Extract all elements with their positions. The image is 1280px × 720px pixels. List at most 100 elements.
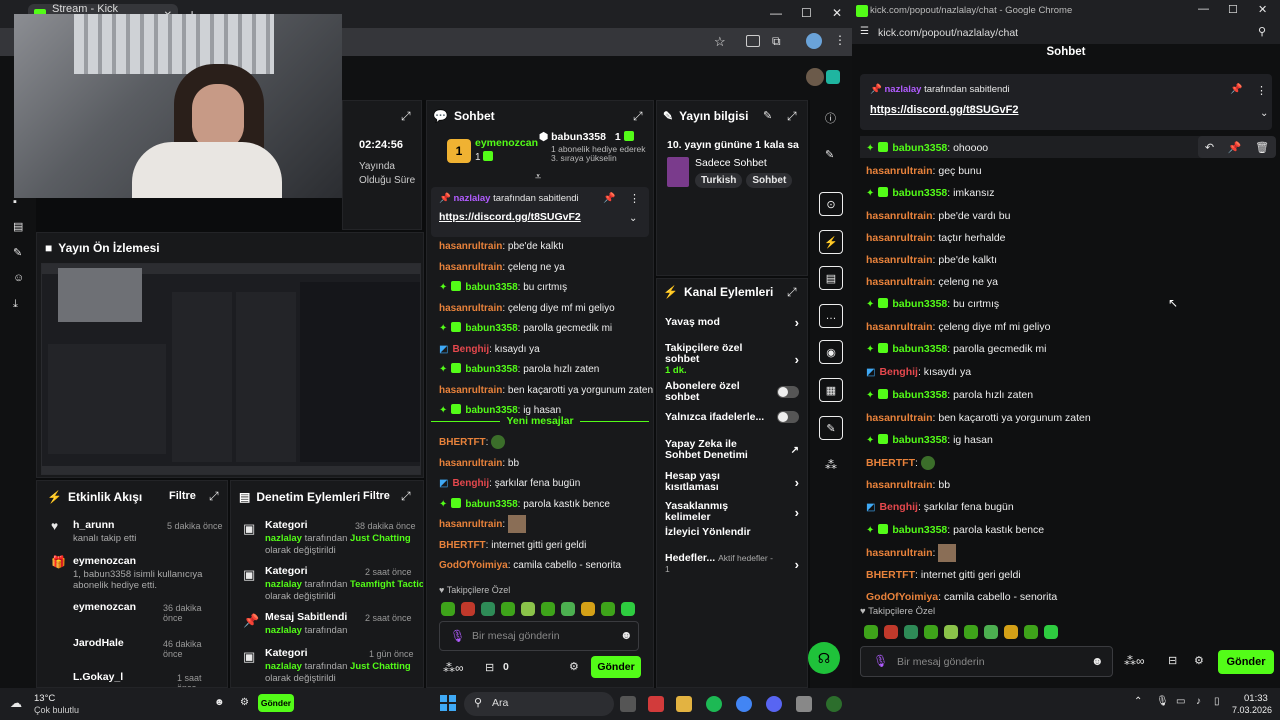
sidebar-item-icon-2[interactable]: ▤	[13, 220, 23, 233]
emote-icon[interactable]	[501, 601, 515, 616]
preview-video[interactable]	[41, 263, 421, 475]
app-icon-red[interactable]	[648, 696, 664, 712]
emote-icon[interactable]	[1004, 624, 1018, 639]
chat-username[interactable]: GodOfYoimiya	[866, 591, 938, 603]
chat-username[interactable]: BHERTFT	[439, 437, 486, 448]
pin-icon[interactable]: 📌	[1228, 141, 1242, 154]
chat-username[interactable]: hasanrultrain	[866, 479, 933, 491]
edit-icon[interactable]: ✎	[763, 109, 772, 122]
tag-chip[interactable]: Sohbet	[746, 173, 793, 188]
chat-username[interactable]: Benghij	[879, 366, 918, 378]
mini-emoji-icon[interactable]: ☻	[214, 697, 225, 708]
emote-icon[interactable]	[984, 624, 998, 639]
users-icon[interactable]: ☺	[13, 272, 24, 284]
chat-username[interactable]: Benghij	[452, 478, 489, 489]
wrench-icon[interactable]: ✎	[13, 246, 22, 259]
points-icon[interactable]: ⁂∞	[1124, 654, 1145, 668]
chat-username[interactable]: Benghij	[879, 501, 918, 513]
chat-username[interactable]: babun3358	[465, 282, 517, 293]
settings-gear-icon[interactable]: ⚙	[1194, 654, 1204, 667]
moderation-filter-button[interactable]: Filtre	[363, 490, 390, 502]
pinned-link[interactable]: https://discord.gg/t8SUGvF2	[870, 104, 1019, 116]
clock-date[interactable]: 7.03.2026	[1232, 705, 1272, 715]
chrome-icon[interactable]	[736, 696, 752, 712]
chrome-menu-icon[interactable]: ⋮	[834, 33, 846, 47]
zoom-icon[interactable]: ⚲	[1258, 25, 1266, 38]
info-icon[interactable]: ⓘ	[825, 110, 836, 126]
moderation-item-user[interactable]: nazlalay	[265, 625, 302, 636]
file-explorer-icon[interactable]	[676, 696, 692, 712]
channel-action-item[interactable]: Yavaş mod ›	[657, 315, 807, 330]
weather-icon[interactable]: ☁	[10, 696, 22, 710]
app-icon-gray[interactable]	[796, 696, 812, 712]
settings-gear-icon[interactable]: ⚙	[569, 660, 579, 673]
chat-username[interactable]: hasanrultrain	[866, 165, 933, 177]
moderation-item-user[interactable]: nazlalay	[265, 579, 302, 590]
pinned-by-user[interactable]: nazlalay	[884, 84, 921, 95]
gift-box-icon[interactable]: ⊟	[485, 661, 494, 674]
more-icon[interactable]: ⋮	[1256, 84, 1267, 97]
chat-username[interactable]: babun3358	[892, 142, 947, 154]
more-icon[interactable]: ⋮	[629, 192, 640, 205]
weather-temp[interactable]: 13°C	[34, 693, 55, 704]
moderation-expand-icon[interactable]: ⤢	[401, 489, 411, 504]
notes-icon[interactable]: ▤	[819, 266, 843, 290]
pen-icon[interactable]: ✎	[825, 148, 834, 161]
bookmark-star-icon[interactable]: ☆	[714, 34, 726, 50]
pinned-by-user[interactable]: nazlalay	[453, 193, 490, 204]
network-icon[interactable]: ▭	[1176, 696, 1185, 707]
emote-icon[interactable]	[581, 601, 595, 616]
points-icon[interactable]: ⁂∞	[443, 661, 464, 675]
emoji-icon[interactable]: ☻	[620, 628, 633, 642]
emote-icon[interactable]	[461, 601, 475, 616]
notification-badge-icon[interactable]	[826, 70, 840, 84]
toggle-switch[interactable]	[777, 386, 799, 398]
chevron-down-icon[interactable]: ⌄	[629, 213, 637, 224]
emote-icon[interactable]	[924, 624, 938, 639]
minimize-icon[interactable]: —	[1198, 3, 1209, 15]
chat-username[interactable]: babun3358	[892, 343, 947, 355]
maximize-icon[interactable]: ☐	[801, 6, 812, 20]
channel-action-item[interactable]: Yapay Zeka ile Sohbet Denetimi ↗	[657, 439, 807, 461]
screen-share-icon[interactable]	[746, 35, 760, 47]
activity-expand-icon[interactable]: ⤢	[209, 489, 219, 504]
emote-icon[interactable]	[1024, 624, 1038, 639]
screen-icon[interactable]: ⊙	[819, 192, 843, 216]
user-avatar[interactable]	[806, 68, 824, 86]
chat-username[interactable]: babun3358	[892, 389, 947, 401]
popout-send-button[interactable]: Gönder	[1218, 650, 1274, 674]
site-info-icon[interactable]: ☰	[860, 26, 869, 37]
task-view-icon[interactable]	[620, 696, 636, 712]
chat-username[interactable]: BHERTFT	[866, 569, 915, 581]
emote-icon[interactable]	[964, 624, 978, 639]
chat-username[interactable]: GodOfYoimiya	[439, 560, 508, 571]
discord-icon[interactable]	[766, 696, 782, 712]
close-window-icon[interactable]: ✕	[1258, 3, 1267, 16]
trash-icon[interactable]: 🗑	[1255, 141, 1269, 154]
chat-username[interactable]: BHERTFT	[866, 457, 915, 469]
channel-actions-expand-icon[interactable]: ⤢	[787, 285, 797, 300]
toggle-switch[interactable]	[777, 411, 799, 423]
close-window-icon[interactable]: ✕	[832, 6, 842, 20]
battery-icon[interactable]: ▯	[1214, 696, 1220, 707]
download-icon[interactable]: ⤓	[13, 298, 18, 311]
popout-chat-input[interactable]: 🎙 Bir mesaj gönderin ☻	[860, 646, 1113, 677]
channel-action-item[interactable]: Hesap yaşı kısıtlaması ›	[657, 471, 807, 493]
volume-icon[interactable]: ♪	[1196, 696, 1201, 707]
unpin-icon[interactable]: 📌	[603, 193, 615, 204]
chat-expand-icon[interactable]: ⤢	[633, 109, 643, 124]
moderation-item-user[interactable]: nazlalay	[265, 661, 302, 672]
mic-tray-icon[interactable]: 🎙	[1156, 696, 1169, 707]
channel-action-item[interactable]: Takipçilere özel sohbet 1 dk. ›	[657, 343, 807, 377]
chat-username[interactable]: hasanrultrain	[866, 276, 933, 288]
emote-icon[interactable]	[441, 601, 455, 616]
chat-username[interactable]: hasanrultrain	[866, 547, 933, 559]
windows-start-icon[interactable]	[440, 695, 456, 711]
taskbar-search[interactable]: ⚲ Ara	[464, 692, 614, 716]
minimize-icon[interactable]: —	[770, 6, 782, 20]
chat-username[interactable]: hasanrultrain	[439, 385, 502, 396]
mic-icon[interactable]: 🎙	[873, 654, 888, 668]
chat-username[interactable]: BHERTFT	[439, 540, 486, 551]
channel-action-item[interactable]: Abonelere özel sohbet	[657, 381, 807, 403]
chat-username[interactable]: babun3358	[892, 187, 947, 199]
